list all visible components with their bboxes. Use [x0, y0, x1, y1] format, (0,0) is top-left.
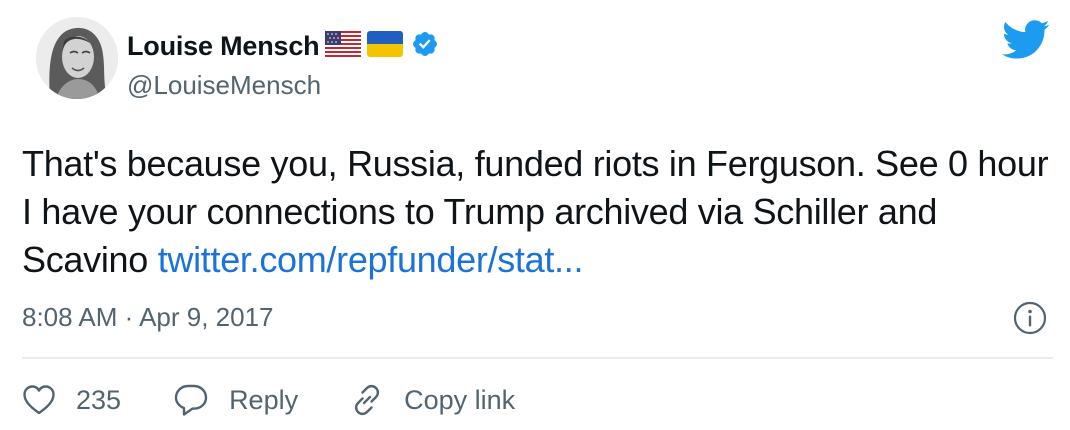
- like-count: 235: [76, 384, 122, 415]
- reply-icon: [173, 383, 209, 417]
- heart-icon: [22, 384, 56, 416]
- link-icon: [350, 383, 384, 417]
- copy-link-label: Copy link: [404, 384, 516, 415]
- tweet-text: That's because you, Russia, funded riots…: [22, 140, 1052, 284]
- ukraine-flag-icon: [367, 30, 404, 62]
- us-flag-icon: [325, 30, 362, 62]
- verified-badge-icon: [411, 30, 439, 63]
- author-display-name[interactable]: Louise Mensch: [127, 31, 320, 62]
- tweet-link[interactable]: twitter.com/repfunder/stat...: [158, 239, 584, 280]
- tweet-timestamp[interactable]: 8:08 AM · Apr 9, 2017: [22, 302, 274, 333]
- reply-button[interactable]: Reply: [173, 383, 298, 417]
- author-handle[interactable]: @LouiseMensch: [127, 70, 321, 101]
- like-button[interactable]: 235: [22, 384, 121, 416]
- divider: [22, 357, 1053, 359]
- copy-link-button[interactable]: Copy link: [350, 383, 515, 417]
- author-name-row: Louise Mensch: [127, 28, 439, 64]
- tweet-actions: 235 Reply Copy link: [22, 378, 567, 422]
- twitter-bird-icon[interactable]: [1002, 20, 1050, 65]
- info-icon[interactable]: [1013, 301, 1047, 340]
- reply-label: Reply: [229, 384, 299, 415]
- avatar[interactable]: [36, 17, 118, 99]
